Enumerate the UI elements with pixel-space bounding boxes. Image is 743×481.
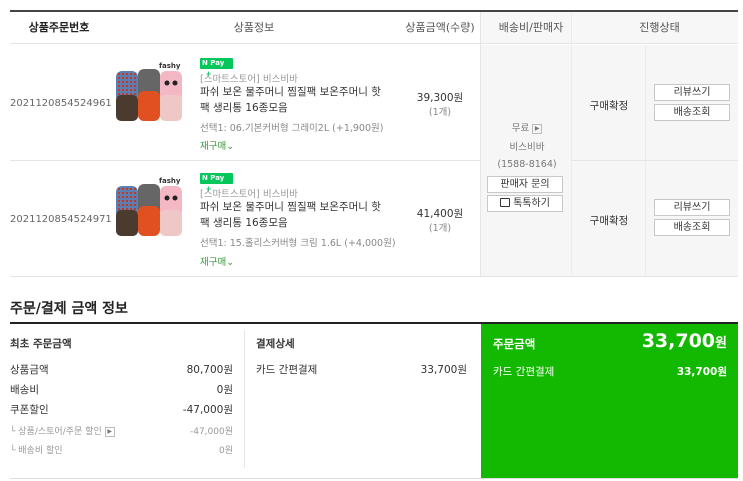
divider — [244, 330, 245, 468]
header-amount: 상품금액(수량) — [405, 21, 475, 34]
product-option: 선택1: 15.홀리스커버형 크림 1.6L (+4,000원) — [200, 238, 396, 249]
summary-sub-label: └ 배송비 할인 — [10, 446, 63, 456]
header-order-no: 상품주문번호 — [28, 21, 90, 34]
chevron-down-icon: ⌄ — [226, 257, 235, 268]
review-button[interactable]: 리뷰쓰기 — [654, 84, 730, 101]
order-total-method-value: 33,700원 — [676, 366, 727, 378]
seller-name: 비스비바 — [509, 142, 545, 153]
table-header: 상품주문번호 상품정보 상품금액(수량) 배송비/판매자 진행상태 — [10, 12, 738, 44]
order-total-title: 주문금액 — [493, 337, 536, 351]
summary-label: 배송비 — [10, 384, 39, 396]
row-separator — [10, 160, 480, 161]
summary-bottom-border — [10, 478, 738, 479]
product-name[interactable]: 파쉬 보온 물주머니 찜질팩 보온주머니 핫 팩 생리통 16종모음 — [200, 84, 385, 116]
track-delivery-button[interactable]: 배송조회 — [654, 219, 730, 236]
store-name[interactable]: [스마트스토어] 비스비바 — [200, 186, 298, 200]
brand-logo: fashy — [159, 177, 181, 185]
chat-icon — [500, 197, 511, 207]
chevron-right-icon[interactable]: ▶ — [104, 426, 115, 437]
seller-phone: (1588-8164) — [497, 159, 557, 170]
product-name[interactable]: 파쉬 보온 물주머니 찜질팩 보온주머니 핫 팩 생리통 16종모음 — [200, 199, 385, 231]
order-number[interactable]: 2021120854524971 — [10, 214, 112, 225]
initial-amount-title: 최초 주문금액 — [10, 338, 72, 350]
divider — [480, 12, 481, 276]
summary-sub-value: -47,000원 — [189, 427, 233, 437]
summary-value: 0원 — [216, 384, 233, 396]
product-price: 41,400원 — [416, 208, 464, 220]
order-number[interactable]: 2021120854524961 — [10, 98, 112, 109]
header-shipping: 배송비/판매자 — [498, 21, 564, 34]
summary-value: 80,700원 — [186, 364, 233, 376]
product-option: 선택1: 06.기본커버형 그레이2L (+1,900원) — [200, 123, 384, 134]
shipping-fee[interactable]: 무료 ▶ — [486, 120, 568, 134]
row-separator — [571, 160, 738, 161]
summary-title: 주문/결제 금액 정보 — [10, 301, 128, 317]
summary-value: -47,000원 — [182, 404, 233, 416]
product-qty: (1개) — [428, 107, 452, 118]
summary-label: 상품금액 — [10, 364, 49, 376]
npay-badge: N Pay+ — [200, 173, 233, 193]
brand-logo: fashy — [159, 62, 181, 70]
chevron-right-icon[interactable]: ▶ — [532, 123, 543, 134]
seller-inquiry-button[interactable]: 판매자 문의 — [487, 176, 563, 193]
product-thumbnail[interactable]: fashy — [114, 61, 184, 123]
product-qty: (1개) — [428, 223, 452, 234]
payment-detail-title: 결제상세 — [256, 338, 295, 350]
store-name[interactable]: [스마트스토어] 비스비바 — [200, 71, 298, 85]
header-status: 진행상태 — [639, 21, 680, 34]
product-thumbnail[interactable]: fashy — [114, 176, 184, 238]
order-status: 구매확정 — [589, 215, 629, 227]
review-button[interactable]: 리뷰쓰기 — [654, 199, 730, 216]
discount-detail-row[interactable]: └ 상품/스토어/주문 할인 ▶ — [10, 424, 115, 437]
payment-value: 33,700원 — [420, 364, 467, 376]
order-total-method: 카드 간편결제 — [493, 366, 555, 378]
order-status: 구매확정 — [589, 100, 629, 112]
summary-sub-value: 0원 — [218, 446, 233, 456]
chevron-down-icon: ⌄ — [226, 141, 235, 152]
payment-method: 카드 간편결제 — [256, 364, 318, 376]
order-total-amount: 33,700원 — [641, 330, 727, 352]
product-price: 39,300원 — [416, 92, 464, 104]
table-bottom-border — [10, 276, 738, 277]
npay-badge: N Pay+ — [200, 58, 233, 78]
track-delivery-button[interactable]: 배송조회 — [654, 104, 730, 121]
summary-label: 쿠폰할인 — [10, 404, 49, 416]
header-product-info: 상품정보 — [233, 21, 275, 34]
talktalk-button[interactable]: 톡톡하기 — [487, 195, 563, 212]
rebuy-link[interactable]: 재구매⌄ — [200, 254, 234, 268]
divider — [571, 12, 572, 276]
rebuy-link[interactable]: 재구매⌄ — [200, 138, 234, 152]
